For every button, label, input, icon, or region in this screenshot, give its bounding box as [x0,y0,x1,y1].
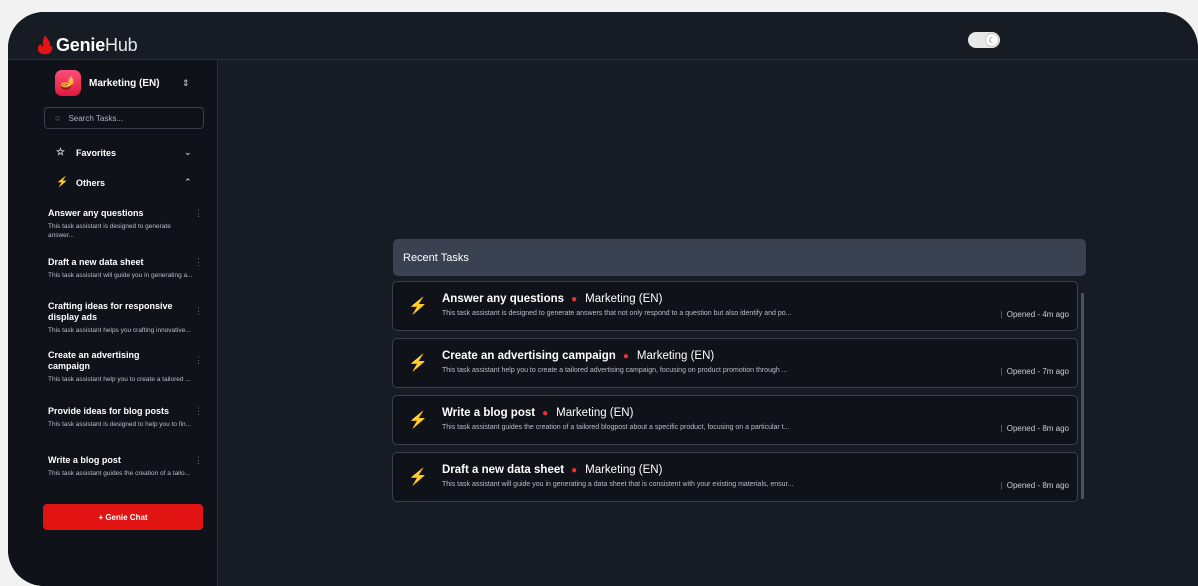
magic-wand-icon: ⚡ [408,298,428,315]
opened-text: Opened - 7m ago [1006,367,1069,376]
separator-dot: ● [571,465,578,476]
task-title: Answer any questions [48,208,144,218]
task-desc: This task assistant is designed to gener… [48,223,171,239]
task-title: Create an advertising campaign [48,350,140,371]
task-desc: This task assistant will guide you in ge… [48,272,193,279]
magic-wand-icon: ⚡ [56,177,69,188]
others-section[interactable]: ⚡ Others [56,177,105,188]
recent-task-desc: This task assistant guides the creation … [442,424,790,431]
recent-task-title-row: Answer any questions ● Marketing (EN) [442,293,662,305]
sidebar-task-draft-data-sheet[interactable]: Draft a new data sheet This task assista… [48,257,203,280]
recent-task-card[interactable]: ⚡ Draft a new data sheet ● Marketing (EN) … [392,452,1078,502]
task-desc: This task assistant guides the creation … [48,470,190,477]
recent-tasks-header: Recent Tasks [393,239,1086,276]
recent-task-workspace: Marketing (EN) [636,350,715,362]
task-desc: This task assistant help you to create a… [48,376,191,383]
magic-wand-icon: ⚡ [408,412,428,429]
workspace-label: Marketing (EN) [89,77,160,89]
recent-task-card[interactable]: ⚡ Answer any questions ● Marketing (EN) Th… [392,281,1078,331]
others-label: Others [76,177,106,188]
logo-light: Hub [105,34,138,55]
logo-wordmark: GenieHub [56,34,138,56]
star-icon: ☆ [56,147,65,158]
workspace-selector[interactable]: 🪔 Marketing (EN) [55,70,160,96]
search-icon: ○ [55,113,61,123]
recent-task-workspace: Marketing (EN) [585,293,663,305]
sidebar-task-display-ads[interactable]: Crafting ideas for responsive display ad… [48,301,203,335]
recent-task-name: Draft a new data sheet [442,464,565,476]
genie-hub-logo[interactable]: GenieHub [36,34,138,56]
task-title: Draft a new data sheet [48,257,144,267]
chevron-up-icon[interactable]: ⌃ [184,177,192,188]
recent-tasks-title: Recent Tasks [403,251,469,264]
app-window: GenieHub ☾ 🪔 Marketing (EN) ⇕ ○ ☆ Favori… [8,12,1198,586]
recent-task-opened: | Opened - 4m ago [1001,310,1069,319]
recent-task-name: Answer any questions [442,293,565,305]
recent-task-workspace: Marketing (EN) [556,407,634,419]
recent-task-title-row: Create an advertising campaign ● Marketing… [442,350,714,362]
search-field[interactable]: ○ [44,107,204,129]
chevron-up-down-icon[interactable]: ⇕ [182,78,190,89]
magic-wand-icon: ⚡ [408,355,428,372]
scrollbar-thumb[interactable] [1081,293,1084,499]
favorites-section[interactable]: ☆ Favorites [56,147,116,158]
divider: | [1000,310,1003,319]
sidebar-task-blog-post[interactable]: Write a blog post This task assistant gu… [48,455,203,478]
opened-text: Opened - 4m ago [1006,310,1069,319]
recent-task-opened: | Opened - 8m ago [1001,424,1069,433]
recent-task-card[interactable]: ⚡ Write a blog post ● Marketing (EN) This … [392,395,1078,445]
divider: | [1000,424,1003,433]
recent-task-name: Create an advertising campaign [442,350,616,362]
recent-task-name: Write a blog post [442,407,536,419]
recent-task-title-row: Write a blog post ● Marketing (EN) [442,407,633,419]
recent-task-card[interactable]: ⚡ Create an advertising campaign ● Marketi… [392,338,1078,388]
genie-flame-icon [37,35,53,55]
task-title: Write a blog post [48,455,121,465]
recent-task-opened: | Opened - 8m ago [1001,481,1069,490]
recent-task-desc: This task assistant will guide you in ge… [442,481,794,488]
favorites-label: Favorites [76,147,117,158]
sidebar-task-blog-ideas[interactable]: Provide ideas for blog posts This task a… [48,406,203,429]
separator-dot: ● [542,408,549,419]
task-title: Crafting ideas for responsive display ad… [48,301,173,322]
task-title: Provide ideas for blog posts [48,406,170,416]
divider: | [1000,481,1003,490]
more-icon[interactable]: ⋮ [194,257,203,268]
opened-text: Opened - 8m ago [1006,481,1069,490]
chevron-down-icon[interactable]: ⌄ [184,147,192,158]
magic-wand-icon: ⚡ [408,469,428,486]
divider: | [1000,367,1003,376]
search-input[interactable] [68,113,189,123]
opened-text: Opened - 8m ago [1006,424,1069,433]
recent-task-opened: | Opened - 7m ago [1001,367,1069,376]
more-icon[interactable]: ⋮ [194,406,203,417]
recent-task-workspace: Marketing (EN) [585,464,663,476]
recent-task-title-row: Draft a new data sheet ● Marketing (EN) [442,464,662,476]
more-icon[interactable]: ⋮ [194,306,203,317]
moon-icon: ☾ [986,34,998,46]
more-icon[interactable]: ⋮ [194,455,203,466]
more-icon[interactable]: ⋮ [194,355,203,366]
logo-bold: Genie [56,34,106,55]
sidebar-task-ad-campaign[interactable]: Create an advertising campaign This task… [48,350,203,384]
task-desc: This task assistant is designed to help … [48,421,192,428]
recent-task-desc: This task assistant is designed to gener… [442,310,792,317]
top-bar: GenieHub ☾ [8,12,1198,60]
more-icon[interactable]: ⋮ [194,208,203,219]
genie-chat-button[interactable]: + Genie Chat [43,504,203,530]
genie-lamp-icon: 🪔 [55,70,81,96]
task-desc: This task assistant helps you crafting i… [48,327,191,334]
separator-dot: ● [622,351,629,362]
theme-toggle[interactable]: ☾ [968,32,1000,48]
sidebar-task-answer-questions[interactable]: Answer any questions This task assistant… [48,208,203,240]
recent-task-desc: This task assistant help you to create a… [442,367,788,374]
separator-dot: ● [571,294,578,305]
